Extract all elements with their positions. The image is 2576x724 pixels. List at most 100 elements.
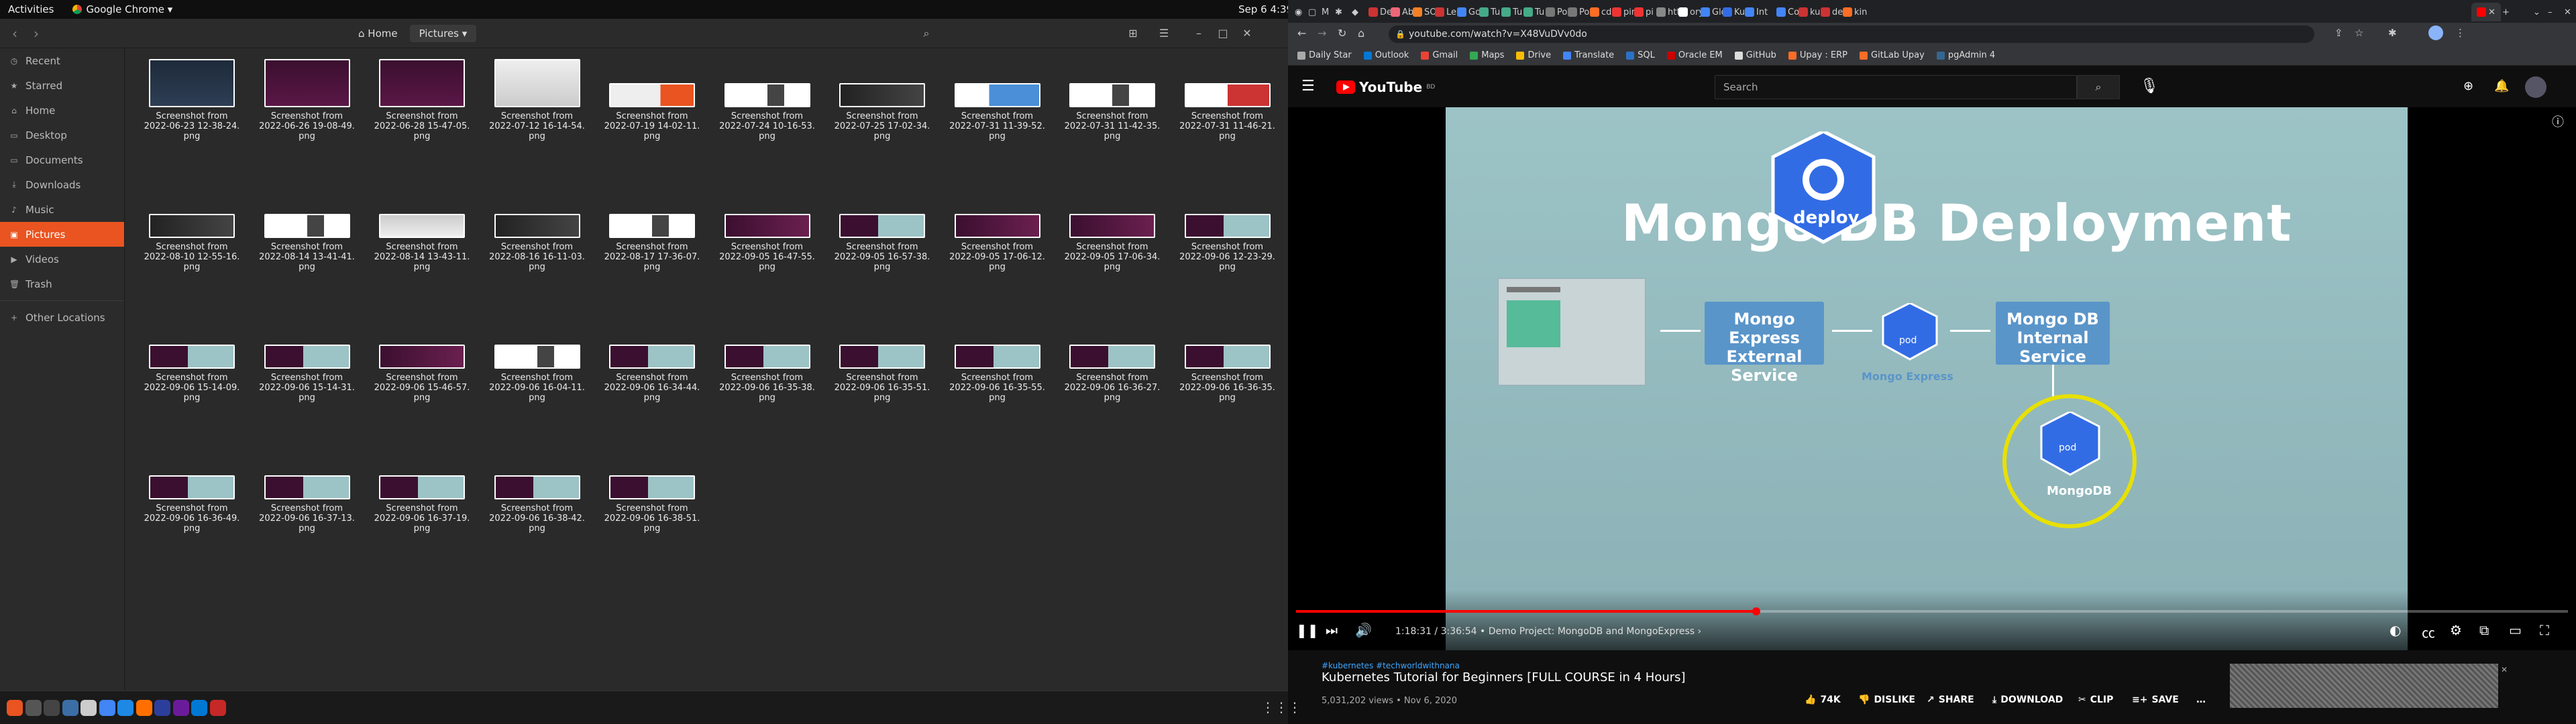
minimize-button[interactable]: – <box>1187 24 1210 43</box>
screenshot-icon[interactable] <box>154 700 170 716</box>
path-current[interactable]: Pictures ▾ <box>409 25 477 42</box>
file-item[interactable]: Screenshot from 2022-09-06 16-38-42. png <box>480 451 595 534</box>
file-item[interactable]: Screenshot from 2022-09-06 15-14-09. png <box>134 320 250 403</box>
progress-bar[interactable] <box>1296 607 2568 615</box>
file-item[interactable]: Screenshot from 2022-08-14 13-43-11. png <box>364 190 480 272</box>
tab[interactable]: pi <box>1634 3 1654 21</box>
info-icon[interactable]: ⓘ <box>2552 113 2564 130</box>
tab[interactable]: Po <box>1568 3 1589 21</box>
file-item[interactable]: Screenshot from 2022-09-06 15-46-57. png <box>364 320 480 403</box>
bookmark-github[interactable]: GitHub <box>1731 50 1780 60</box>
file-item[interactable]: Screenshot from 2022-08-16 16-11-03. png <box>480 190 595 272</box>
sidebar-item-videos[interactable]: ▶ Videos <box>0 247 124 272</box>
ad-banner[interactable] <box>2230 664 2498 708</box>
file-item[interactable]: Screenshot from 2022-09-06 16-37-13. png <box>250 451 365 534</box>
close-button[interactable]: ✕ <box>1236 24 1258 43</box>
tab[interactable]: Ab <box>1391 3 1413 21</box>
file-item[interactable]: Screenshot from 2022-09-06 16-36-49. png <box>134 451 250 534</box>
terminal-icon[interactable] <box>44 700 60 716</box>
text-editor-icon[interactable] <box>80 700 97 716</box>
pause-icon[interactable]: ❚❚ <box>1296 622 1319 638</box>
sidebar-item-home[interactable]: ⌂ Home <box>0 98 124 123</box>
vscode-icon[interactable] <box>191 700 207 716</box>
tab[interactable]: M <box>1322 3 1329 21</box>
volume-icon[interactable]: 🔊 <box>1355 622 1372 638</box>
vpn-icon[interactable] <box>172 700 189 716</box>
bookmark-gitlab-upay[interactable]: GitLab Upay <box>1856 50 1929 60</box>
file-item[interactable]: Screenshot from 2022-06-23 12-38-24. png <box>134 59 250 141</box>
theater-mode-icon[interactable]: ▭ <box>2509 622 2522 638</box>
tab[interactable]: kin <box>1843 3 1867 21</box>
chapter-title[interactable]: • Demo Project: MongoDB and MongoExpress… <box>1480 626 1701 637</box>
sidebar-item-documents[interactable]: ▭ Documents <box>0 147 124 172</box>
subtitles-icon[interactable]: ㏄ <box>2422 622 2435 642</box>
video-frame[interactable]: Mongo DB Deployment deploy Mongo Express… <box>1446 107 2408 650</box>
bookmark-pgadmin-4[interactable]: pgAdmin 4 <box>1933 50 1999 60</box>
bookmark-daily-star[interactable]: Daily Star <box>1293 50 1356 60</box>
tab[interactable]: De <box>1368 3 1392 21</box>
tab[interactable]: cd <box>1590 3 1611 21</box>
file-item[interactable]: Screenshot from 2022-07-31 11-39-52. png <box>940 59 1055 141</box>
youtube-logo[interactable]: YouTube BD <box>1336 79 1435 95</box>
chrome-icon[interactable] <box>99 700 115 716</box>
settings-icon[interactable] <box>25 700 42 716</box>
view-grid-icon[interactable]: ⊞ <box>1122 24 1144 43</box>
tab[interactable]: ▢ <box>1308 3 1316 21</box>
app-grid-icon[interactable]: ⋮⋮⋮ <box>1261 699 1301 715</box>
tab-search-icon[interactable]: ⌄ <box>2533 3 2540 21</box>
file-item[interactable]: Screenshot from 2022-09-06 16-38-51. png <box>594 451 710 534</box>
tab-active[interactable]: ✕ <box>2471 3 2501 21</box>
share-icon[interactable]: ⇪ <box>2334 27 2343 39</box>
bookmark-oracle-em[interactable]: Oracle EM <box>1663 50 1727 60</box>
back-button[interactable]: ‹ <box>5 24 24 43</box>
tab[interactable]: ✱ <box>1335 3 1342 21</box>
remote-desktop-icon[interactable] <box>209 700 226 716</box>
star-icon[interactable]: ☆ <box>2355 27 2363 39</box>
file-item[interactable]: Screenshot from 2022-07-12 16-14-54. png <box>480 59 595 141</box>
bookmark-outlook[interactable]: Outlook <box>1360 50 1413 60</box>
file-item[interactable]: Screenshot from 2022-06-28 15-47-05. png <box>364 59 480 141</box>
like-button[interactable]: 👍 74K <box>1805 695 1841 705</box>
avatar[interactable] <box>2428 25 2443 40</box>
tab[interactable]: de <box>1821 3 1843 21</box>
save-button[interactable]: ≡+ SAVE <box>2132 695 2179 705</box>
close-icon[interactable]: ✕ <box>2501 665 2508 674</box>
tab[interactable]: pin <box>1612 3 1637 21</box>
file-item[interactable]: Screenshot from 2022-08-14 13-41-41. png <box>250 190 365 272</box>
tab[interactable]: Le <box>1435 3 1456 21</box>
file-item[interactable]: Screenshot from 2022-09-05 17-06-12. png <box>940 190 1055 272</box>
video-player[interactable]: Mongo DB Deployment deploy Mongo Express… <box>1288 107 2576 650</box>
app-menu[interactable]: Google Chrome ▾ <box>72 3 172 15</box>
file-item[interactable]: Screenshot from 2022-09-06 16-36-27. png <box>1055 320 1170 403</box>
file-item[interactable]: Screenshot from 2022-07-24 10-16-53. png <box>710 59 825 141</box>
close-button[interactable]: ✕ <box>2564 3 2571 21</box>
sidebar-item-trash[interactable]: 🗑 Trash <box>0 272 124 296</box>
sidebar-item-downloads[interactable]: ⤓ Downloads <box>0 172 124 197</box>
sidebar-item-music[interactable]: ♪ Music <box>0 197 124 222</box>
bookmark-gmail[interactable]: Gmail <box>1417 50 1462 60</box>
tab[interactable]: ◉ <box>1295 3 1302 21</box>
tab[interactable]: Tu <box>1479 3 1500 21</box>
file-item[interactable]: Screenshot from 2022-09-05 16-47-55. png <box>710 190 825 272</box>
microphone-icon[interactable]: 🎙 <box>2140 78 2159 95</box>
file-item[interactable]: Screenshot from 2022-09-06 16-36-35. png <box>1170 320 1285 403</box>
bookmark-upay-erp[interactable]: Upay : ERP <box>1784 50 1851 60</box>
fullscreen-icon[interactable]: ⛶ <box>2540 622 2549 638</box>
file-item[interactable]: Screenshot from 2022-09-05 16-57-38. png <box>824 190 940 272</box>
path-home[interactable]: ⌂ Home <box>349 25 407 42</box>
tab[interactable]: SO <box>1413 3 1436 21</box>
file-item[interactable]: Screenshot from 2022-09-06 16-34-44. png <box>594 320 710 403</box>
bookmark-drive[interactable]: Drive <box>1512 50 1555 60</box>
miniplayer-icon[interactable]: ⧉ <box>2479 622 2489 638</box>
reload-icon[interactable]: ↻ <box>1338 27 1346 40</box>
tab[interactable]: Tu <box>1501 3 1522 21</box>
more-icon[interactable]: … <box>2196 695 2206 705</box>
bookmark-maps[interactable]: Maps <box>1466 50 1508 60</box>
activities-button[interactable]: Activities <box>8 3 54 15</box>
search-input[interactable]: Search <box>1715 75 2077 99</box>
file-item[interactable]: Screenshot from 2022-07-31 11-46-21. png <box>1170 59 1285 141</box>
sidebar-item-recent[interactable]: ◷ Recent <box>0 48 124 73</box>
file-item[interactable]: Screenshot from 2022-09-06 16-04-11. png <box>480 320 595 403</box>
address-bar[interactable]: 🔒 youtube.com/watch?v=X48VuDVv0do <box>1389 25 2314 43</box>
settings-gear-icon[interactable]: ⚙ <box>2450 622 2462 638</box>
